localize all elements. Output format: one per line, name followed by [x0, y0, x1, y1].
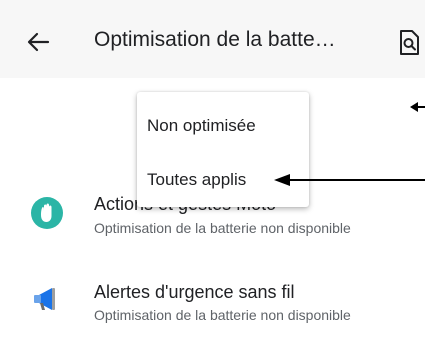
search-button[interactable]: [395, 28, 425, 58]
list-item[interactable]: Alertes d'urgence sans fil Optimisation …: [0, 276, 425, 340]
annotation-arrow: [410, 102, 425, 112]
back-button[interactable]: [22, 26, 54, 58]
app-status: Optimisation de la batterie non disponib…: [94, 220, 351, 236]
filter-dropdown-menu: Non optimisée Toutes applis: [137, 92, 309, 207]
hand-wave-icon: [31, 197, 63, 229]
menu-item-label: Toutes applis: [147, 170, 247, 189]
menu-item-non-optimisee[interactable]: Non optimisée: [137, 102, 309, 150]
megaphone-icon: [34, 288, 55, 310]
document-search-icon: [400, 30, 419, 55]
app-name: Alertes d'urgence sans fil: [94, 282, 295, 302]
page-title: Optimisation de la batte…: [94, 28, 336, 51]
app-status: Optimisation de la batterie non disponib…: [94, 307, 351, 323]
menu-item-label: Non optimisée: [147, 116, 256, 135]
top-app-bar: Optimisation de la batte…: [0, 0, 425, 78]
arrow-back-icon: [27, 32, 50, 52]
annotation-arrow: [274, 174, 425, 186]
